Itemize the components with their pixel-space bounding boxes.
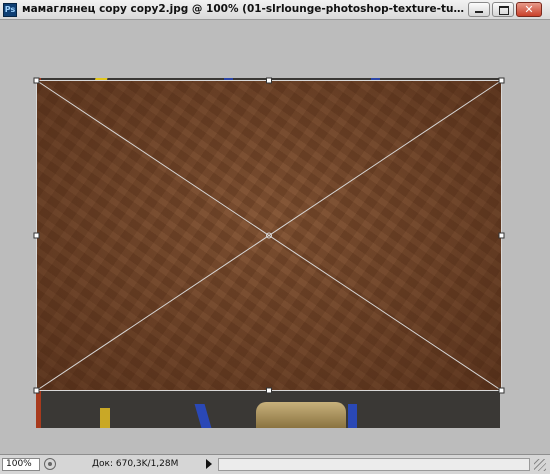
transform-handle-bottom[interactable]: [266, 387, 272, 394]
document-size-info: Док: 670,3K/1,28M: [92, 459, 179, 469]
minimize-button[interactable]: [468, 2, 490, 17]
horizontal-scrollbar[interactable]: [218, 458, 530, 471]
title-bar[interactable]: Ps мамаглянец copy copy2.jpg @ 100% (01-…: [0, 0, 550, 20]
free-transform-box[interactable]: [0, 20, 550, 454]
close-button[interactable]: ✕: [516, 2, 542, 17]
status-menu-arrow-icon[interactable]: [206, 459, 212, 469]
transform-handle-right[interactable]: [498, 232, 505, 239]
document-title: мамаглянец copy copy2.jpg @ 100% (01-slr…: [22, 3, 467, 15]
resize-grip-icon[interactable]: [534, 459, 546, 471]
transform-handle-left[interactable]: [33, 232, 40, 239]
maximize-button[interactable]: [492, 2, 514, 17]
transform-handle-top-left[interactable]: [33, 77, 40, 84]
transform-handle-bottom-left[interactable]: [33, 387, 40, 394]
transform-handle-top[interactable]: [266, 77, 272, 84]
document-window: Ps мамаглянец copy copy2.jpg @ 100% (01-…: [0, 0, 550, 474]
canvas-area[interactable]: [0, 20, 550, 454]
photoshop-app-icon[interactable]: Ps: [3, 3, 17, 17]
transform-handle-bottom-right[interactable]: [498, 387, 505, 394]
zoom-input[interactable]: 100%: [2, 458, 40, 471]
status-bar: 100% Док: 670,3K/1,28M: [0, 454, 550, 474]
transform-handle-top-right[interactable]: [498, 77, 505, 84]
document-info-icon[interactable]: [44, 458, 56, 470]
